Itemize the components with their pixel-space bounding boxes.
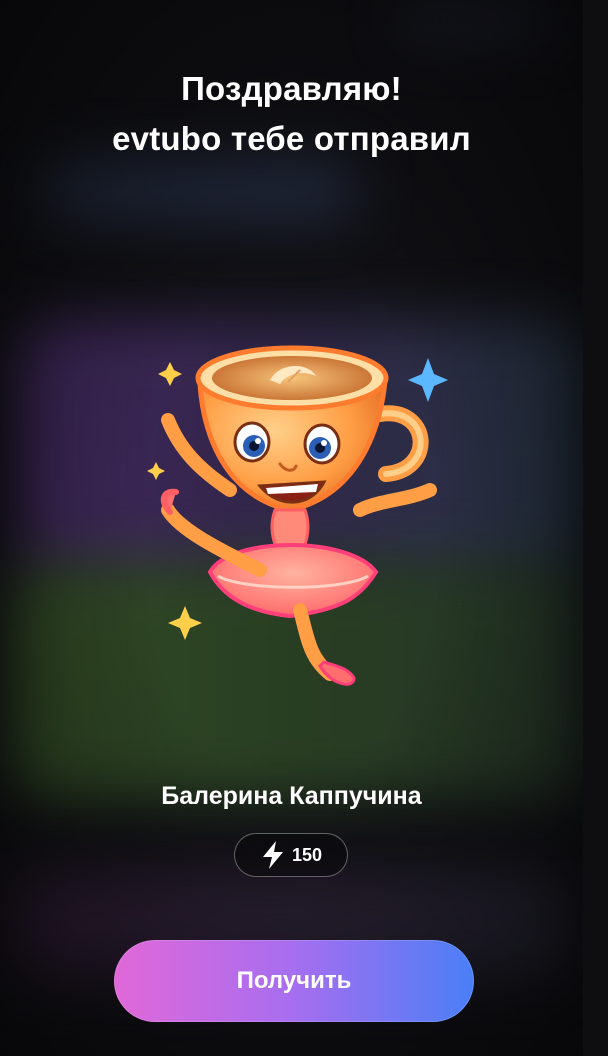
title-line-1: Поздравляю! <box>181 70 402 107</box>
receive-button[interactable]: Получить <box>114 940 474 1022</box>
gift-screen: Поздравляю! evtubo тебе отправил Балерин… <box>0 0 583 1056</box>
cappuccino-ballerina-icon <box>147 345 448 686</box>
gift-price-badge: 150 <box>234 833 348 877</box>
title-line-2: evtubo тебе отправил <box>112 120 471 157</box>
gift-price-value: 150 <box>291 844 323 865</box>
congrats-title: Поздравляю! evtubo тебе отправил <box>0 64 583 164</box>
side-edge <box>583 0 608 1056</box>
lightning-icon <box>262 841 283 869</box>
gift-name: Балерина Каппучина <box>161 782 422 810</box>
